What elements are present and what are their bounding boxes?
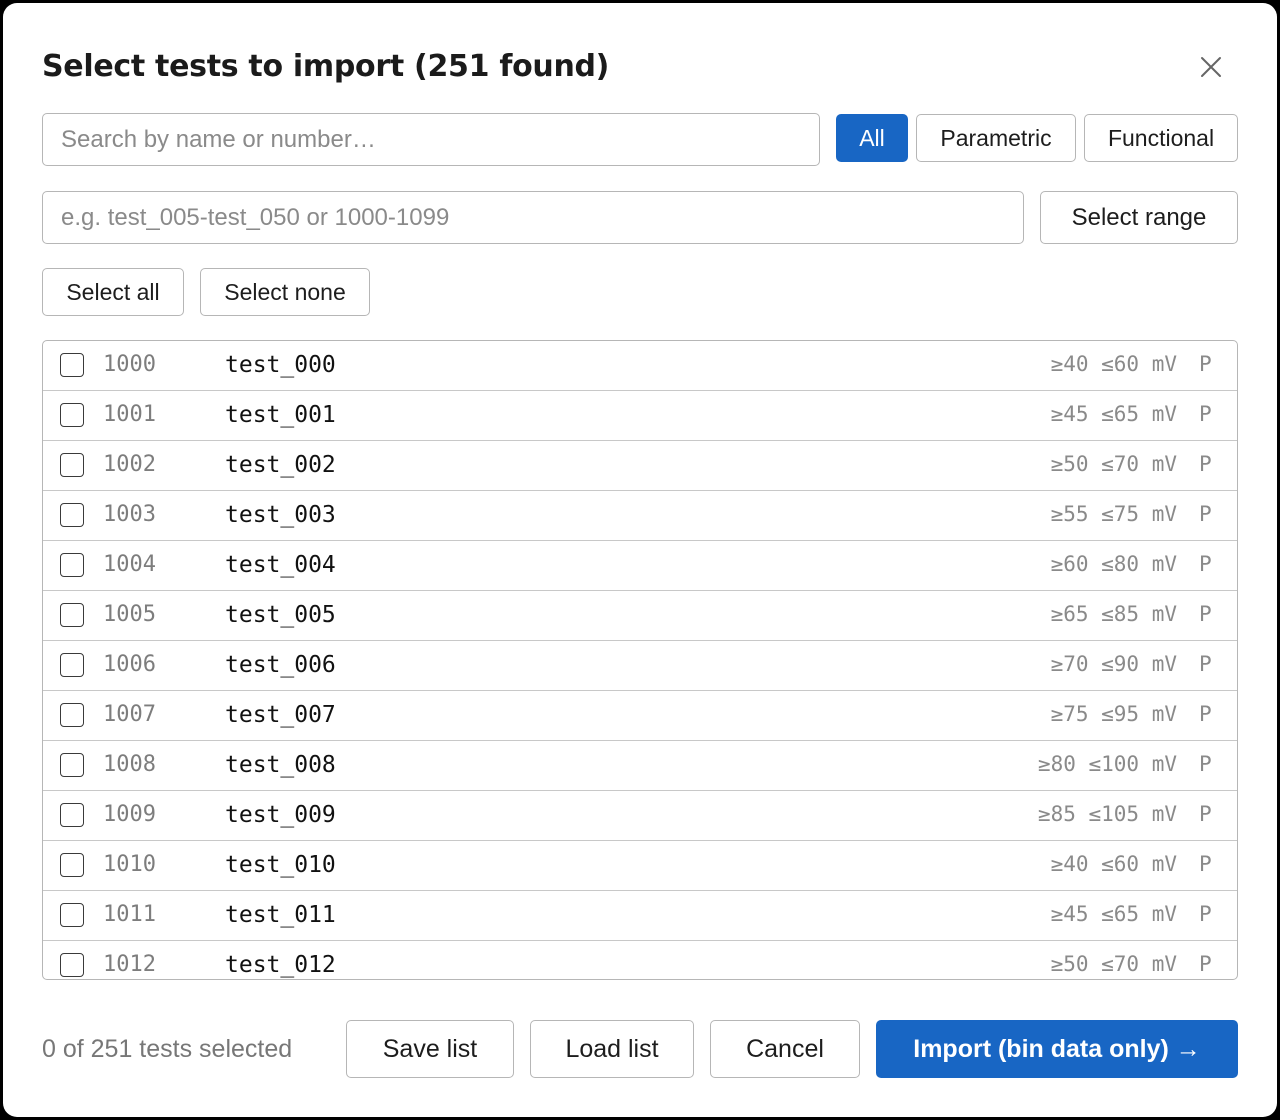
test-name: test_011 (225, 902, 336, 928)
test-type: P (1199, 652, 1212, 676)
select-range-button[interactable]: Select range (1040, 191, 1238, 244)
filter-functional-button[interactable]: Functional (1084, 114, 1238, 162)
test-number: 1006 (103, 652, 156, 677)
filter-all-button[interactable]: All (836, 114, 908, 162)
test-type: P (1199, 702, 1212, 726)
test-type: P (1199, 952, 1212, 976)
test-row[interactable]: 1008 test_008 ≥80 ≤100 mV P (43, 741, 1237, 791)
test-type: P (1199, 552, 1212, 576)
close-button[interactable] (1193, 49, 1229, 85)
test-row[interactable]: 1004 test_004 ≥60 ≤80 mV P (43, 541, 1237, 591)
test-limits: ≥50 ≤70 mV (1050, 452, 1177, 476)
range-input[interactable] (42, 191, 1024, 244)
filter-parametric-button[interactable]: Parametric (916, 114, 1076, 162)
import-tests-dialog: Select tests to import (251 found) All P… (3, 3, 1277, 1117)
test-number: 1000 (103, 352, 156, 377)
test-number: 1008 (103, 752, 156, 777)
save-list-button[interactable]: Save list (346, 1020, 514, 1078)
import-button[interactable]: Import (bin data only) → (876, 1020, 1238, 1078)
test-name: test_001 (225, 402, 336, 428)
test-name: test_005 (225, 602, 336, 628)
test-type: P (1199, 452, 1212, 476)
test-checkbox[interactable] (60, 903, 84, 927)
test-type: P (1199, 902, 1212, 926)
test-name: test_006 (225, 652, 336, 678)
test-type: P (1199, 752, 1212, 776)
dialog-title: Select tests to import (251 found) (42, 49, 610, 84)
test-type: P (1199, 852, 1212, 876)
test-limits: ≥65 ≤85 mV (1050, 602, 1177, 626)
test-number: 1001 (103, 402, 156, 427)
test-type: P (1199, 502, 1212, 526)
test-number: 1010 (103, 852, 156, 877)
test-row[interactable]: 1009 test_009 ≥85 ≤105 mV P (43, 791, 1237, 841)
close-icon (1201, 57, 1221, 77)
test-name: test_000 (225, 352, 336, 378)
test-number: 1011 (103, 902, 156, 927)
test-name: test_009 (225, 802, 336, 828)
test-limits: ≥40 ≤60 mV (1050, 352, 1177, 376)
test-number: 1012 (103, 952, 156, 977)
test-row[interactable]: 1002 test_002 ≥50 ≤70 mV P (43, 441, 1237, 491)
test-limits: ≥75 ≤95 mV (1050, 702, 1177, 726)
test-name: test_004 (225, 552, 336, 578)
test-name: test_012 (225, 952, 336, 978)
select-all-button[interactable]: Select all (42, 268, 184, 316)
test-type: P (1199, 402, 1212, 426)
test-checkbox[interactable] (60, 403, 84, 427)
test-checkbox[interactable] (60, 753, 84, 777)
test-number: 1007 (103, 702, 156, 727)
test-checkbox[interactable] (60, 653, 84, 677)
test-number: 1009 (103, 802, 156, 827)
test-number: 1003 (103, 502, 156, 527)
test-row[interactable]: 1011 test_011 ≥45 ≤65 mV P (43, 891, 1237, 941)
test-limits: ≥45 ≤65 mV (1050, 902, 1177, 926)
test-name: test_002 (225, 452, 336, 478)
test-name: test_003 (225, 502, 336, 528)
cancel-button[interactable]: Cancel (710, 1020, 860, 1078)
test-checkbox[interactable] (60, 853, 84, 877)
select-none-button[interactable]: Select none (200, 268, 370, 316)
test-number: 1005 (103, 602, 156, 627)
test-checkbox[interactable] (60, 353, 84, 377)
test-checkbox[interactable] (60, 703, 84, 727)
test-checkbox[interactable] (60, 453, 84, 477)
test-limits: ≥80 ≤100 mV (1037, 752, 1177, 776)
test-type: P (1199, 602, 1212, 626)
test-limits: ≥45 ≤65 mV (1050, 402, 1177, 426)
test-name: test_010 (225, 852, 336, 878)
test-checkbox[interactable] (60, 803, 84, 827)
test-type: P (1199, 802, 1212, 826)
test-limits: ≥40 ≤60 mV (1050, 852, 1177, 876)
test-limits: ≥50 ≤70 mV (1050, 952, 1177, 976)
test-row[interactable]: 1003 test_003 ≥55 ≤75 mV P (43, 491, 1237, 541)
test-limits: ≥55 ≤75 mV (1050, 502, 1177, 526)
test-row[interactable]: 1000 test_000 ≥40 ≤60 mV P (43, 341, 1237, 391)
test-row[interactable]: 1010 test_010 ≥40 ≤60 mV P (43, 841, 1237, 891)
test-name: test_008 (225, 752, 336, 778)
test-type: P (1199, 352, 1212, 376)
test-row[interactable]: 1005 test_005 ≥65 ≤85 mV P (43, 591, 1237, 641)
test-row[interactable]: 1007 test_007 ≥75 ≤95 mV P (43, 691, 1237, 741)
selection-status: 0 of 251 tests selected (42, 1035, 293, 1063)
test-limits: ≥60 ≤80 mV (1050, 552, 1177, 576)
test-list[interactable]: 1000 test_000 ≥40 ≤60 mV P 1001 test_001 ≥45 ≤… (42, 340, 1238, 980)
search-input[interactable] (42, 113, 820, 166)
test-name: test_007 (225, 702, 336, 728)
test-row[interactable]: 1006 test_006 ≥70 ≤90 mV P (43, 641, 1237, 691)
test-limits: ≥70 ≤90 mV (1050, 652, 1177, 676)
test-row[interactable]: 1001 test_001 ≥45 ≤65 mV P (43, 391, 1237, 441)
test-checkbox[interactable] (60, 503, 84, 527)
test-checkbox[interactable] (60, 953, 84, 977)
test-number: 1004 (103, 552, 156, 577)
test-checkbox[interactable] (60, 603, 84, 627)
test-row[interactable]: 1012 test_012 ≥50 ≤70 mV P (43, 941, 1237, 979)
test-number: 1002 (103, 452, 156, 477)
test-limits: ≥85 ≤105 mV (1037, 802, 1177, 826)
load-list-button[interactable]: Load list (530, 1020, 694, 1078)
test-checkbox[interactable] (60, 553, 84, 577)
